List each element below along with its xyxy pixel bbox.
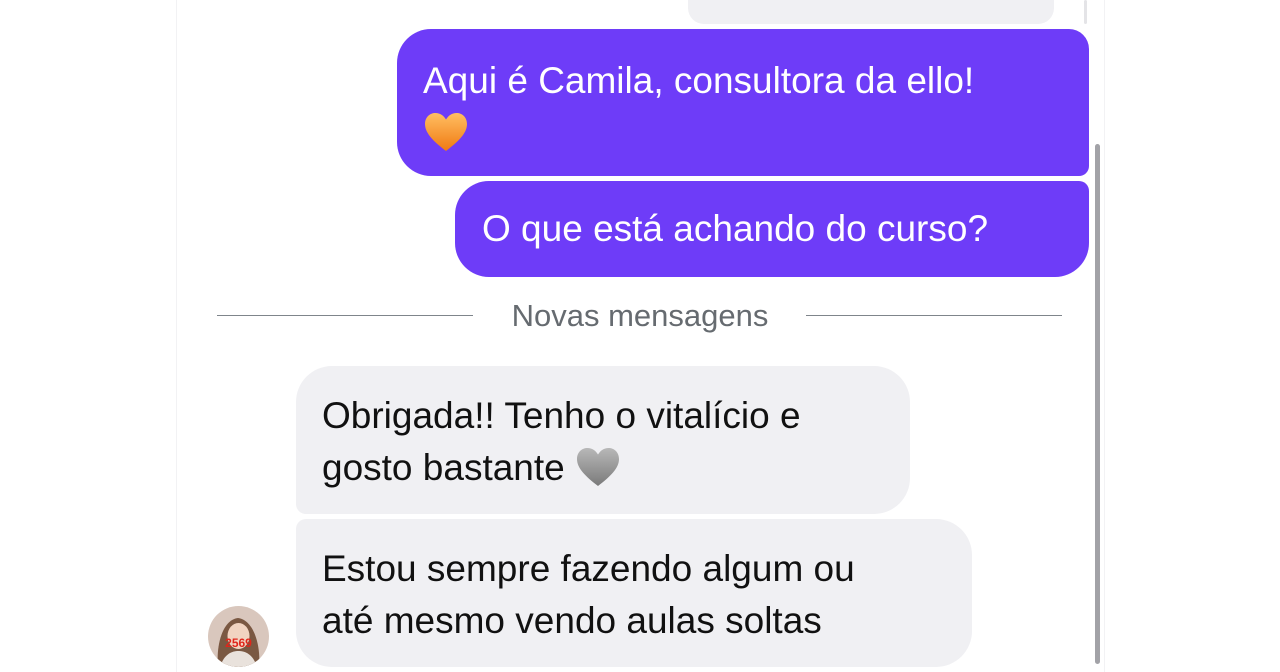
message-text-line: até mesmo vendo aulas soltas xyxy=(322,600,822,641)
message-text-line: Estou sempre fazendo algum ou xyxy=(322,548,855,589)
received-message-bubble[interactable]: Obrigada!! Tenho o vitalício e gosto bas… xyxy=(296,366,910,514)
scroll-indicator xyxy=(1084,0,1087,24)
panel-right-border xyxy=(1104,0,1105,672)
message-text-line: Obrigada!! Tenho o vitalício e xyxy=(322,395,801,436)
partial-received-bubble[interactable] xyxy=(688,0,1054,24)
divider-line-left xyxy=(217,315,473,316)
panel-left-border xyxy=(176,0,177,672)
new-messages-divider: Novas mensagens xyxy=(511,298,769,333)
avatar-photo: 2569 xyxy=(208,606,269,667)
scrollbar[interactable] xyxy=(1095,144,1100,664)
received-message-bubble[interactable]: Estou sempre fazendo algum ou até mesmo … xyxy=(296,519,972,667)
divider-line-right xyxy=(806,315,1062,316)
grey-heart-icon xyxy=(577,448,620,487)
avatar-badge-text: 2569 xyxy=(225,636,252,650)
message-text: O que está achando do curso? xyxy=(482,208,989,249)
contact-avatar[interactable]: 2569 xyxy=(208,606,269,667)
chat-conversation: Aqui é Camila, consultora da ello! O que… xyxy=(0,0,1280,672)
message-text: Aqui é Camila, consultora da ello! xyxy=(423,60,975,101)
message-text-line: gosto bastante xyxy=(322,447,565,488)
orange-heart-icon xyxy=(425,113,467,152)
sent-message-bubble[interactable]: Aqui é Camila, consultora da ello! xyxy=(397,29,1089,176)
sent-message-bubble[interactable]: O que está achando do curso? xyxy=(455,181,1089,277)
